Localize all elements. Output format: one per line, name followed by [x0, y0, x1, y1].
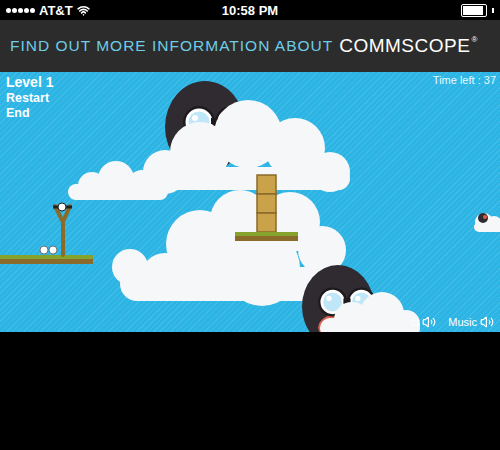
center-platform	[235, 232, 298, 241]
battery-fill	[463, 6, 483, 15]
left-cloud	[68, 161, 168, 200]
box-stack	[257, 175, 276, 232]
signal-icon	[6, 8, 35, 13]
signal-dot	[18, 8, 23, 13]
status-bar: AT&T 10:58 PM	[0, 0, 500, 20]
clock: 10:58 PM	[222, 3, 278, 18]
ammo-birds	[40, 246, 57, 254]
menu-item[interactable]: End	[6, 106, 53, 120]
menu-item[interactable]: Restart	[6, 91, 53, 105]
speaker-icon	[480, 315, 494, 329]
wifi-icon	[77, 4, 90, 17]
sound-toggle[interactable]: ct	[411, 315, 437, 329]
speaker-icon	[422, 315, 436, 329]
sound-label: Music	[448, 316, 477, 328]
game-menu: Level 1RestartEnd	[6, 74, 53, 120]
registered-mark: ®	[471, 35, 477, 44]
battery-group	[384, 4, 494, 17]
sound-controls: ct Music	[411, 315, 494, 329]
battery-tip	[492, 8, 494, 13]
timer: Time left : 37	[433, 74, 496, 86]
ad-banner[interactable]: FIND OUT MORE INFORMATION ABOUT COMMSCOPE…	[0, 20, 500, 72]
center-cloud	[112, 190, 346, 306]
top-cloud	[143, 100, 350, 194]
phone-screen: AT&T 10:58 PM FIND OUT MORE INFORMATION AB…	[0, 0, 500, 450]
signal-dot	[6, 8, 11, 13]
sound-label: ct	[411, 316, 420, 328]
level-title: Level 1	[6, 74, 53, 90]
bottom-cloud	[320, 292, 420, 332]
signal-dot	[30, 8, 35, 13]
signal-dot	[12, 8, 17, 13]
game-area[interactable]: Level 1RestartEnd Time left : 37 ct Music	[0, 72, 500, 332]
left-platform	[0, 255, 93, 264]
carrier-group: AT&T	[6, 3, 116, 18]
signal-dot	[24, 8, 29, 13]
right-cloud	[474, 213, 500, 232]
battery-icon	[461, 4, 487, 17]
brand-logo: COMMSCOPE®	[339, 35, 478, 57]
banner-text: FIND OUT MORE INFORMATION ABOUT	[10, 37, 333, 55]
sound-toggle[interactable]: Music	[448, 315, 494, 329]
blank-area	[0, 332, 500, 450]
game-scene[interactable]	[0, 72, 500, 332]
carrier: AT&T	[39, 3, 73, 18]
small-bird-icon	[478, 213, 488, 223]
